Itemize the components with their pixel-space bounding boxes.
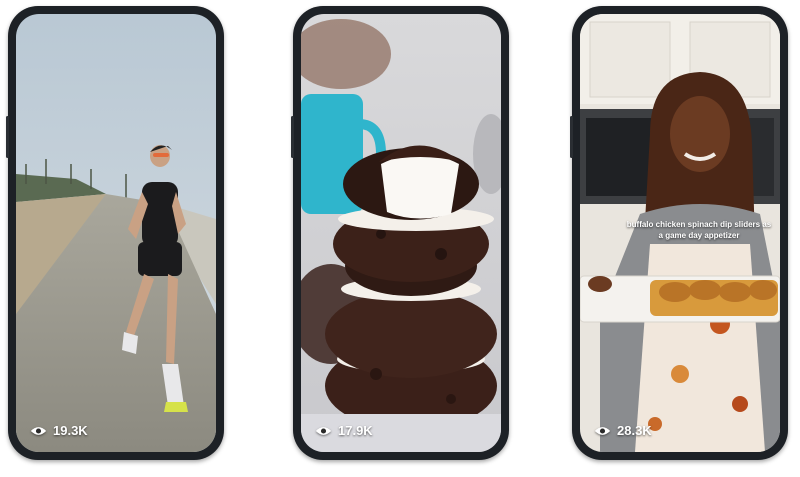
video-thumbnail-kitchen[interactable]: buffalo chicken spinach dip sliders as a… bbox=[580, 14, 780, 452]
view-count: 19.3K bbox=[30, 423, 88, 438]
view-count-label: 19.3K bbox=[53, 423, 88, 438]
phone-mockup-3: buffalo chicken spinach dip sliders as a… bbox=[570, 6, 788, 460]
video-thumbnail-cookies[interactable]: 17.9K bbox=[301, 14, 501, 452]
view-count: 28.3K bbox=[594, 423, 652, 438]
runner-photo bbox=[16, 14, 216, 452]
eye-icon bbox=[315, 426, 332, 435]
phone-mockup-2: 17.9K bbox=[291, 6, 509, 460]
video-caption: buffalo chicken spinach dip sliders as a… bbox=[626, 220, 772, 240]
cookies-photo bbox=[301, 14, 501, 452]
eye-icon bbox=[594, 426, 611, 435]
view-count-label: 28.3K bbox=[617, 423, 652, 438]
video-thumbnail-runner[interactable]: 19.3K bbox=[16, 14, 216, 452]
view-count-label: 17.9K bbox=[338, 423, 373, 438]
eye-icon bbox=[30, 426, 47, 435]
phone-mockup-1: 19.3K bbox=[6, 6, 224, 460]
view-count: 17.9K bbox=[315, 423, 373, 438]
